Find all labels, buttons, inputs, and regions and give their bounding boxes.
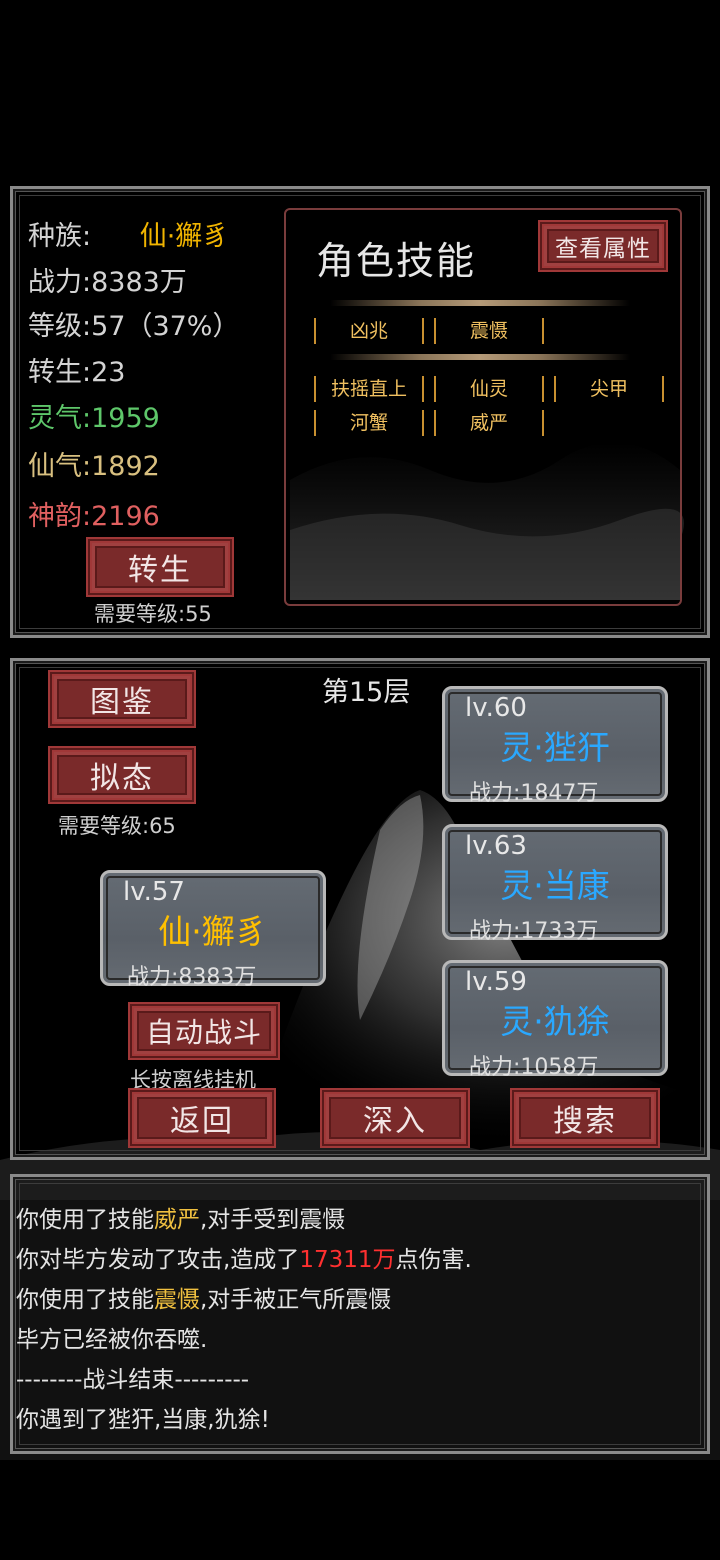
monster-level: lv.63	[465, 831, 527, 861]
back-button[interactable]: 返回	[130, 1090, 274, 1146]
monster-name: 灵·当康	[500, 866, 610, 905]
mimic-button[interactable]: 拟态	[50, 748, 194, 802]
log-text: ,对手被正气所震慑	[200, 1287, 392, 1313]
log-text: ,对手受到震慑	[200, 1207, 346, 1233]
log-text: 你使用了技能	[16, 1287, 154, 1313]
skill-tag[interactable]: 震慑	[434, 318, 544, 344]
skills-divider-mid	[330, 354, 630, 360]
log-line: 你遇到了狴犴,当康,犰狳!	[16, 1407, 270, 1433]
log-line: 你使用了技能震慑,对手被正气所震慑	[16, 1280, 391, 1314]
rebirth-button[interactable]: 转生	[88, 539, 232, 595]
codex-button[interactable]: 图鉴	[50, 672, 194, 726]
log-text: 你对毕方发动了攻击,造成了	[16, 1247, 300, 1273]
monster-name: 灵·犰狳	[500, 1002, 610, 1041]
skills-divider-top	[330, 300, 630, 306]
search-button[interactable]: 搜索	[512, 1090, 658, 1146]
monster-card[interactable]: lv.59 灵·犰狳 战力:1058万	[442, 960, 668, 1080]
monster-card[interactable]: lv.63 灵·当康 战力:1733万	[442, 824, 668, 944]
skill-tag[interactable]: 凶兆	[314, 318, 424, 344]
log-skill-name: 震慑	[154, 1287, 200, 1313]
monster-level: lv.59	[465, 967, 527, 997]
skill-tag[interactable]: 河蟹	[314, 410, 424, 436]
log-damage-value: 17311万	[299, 1247, 396, 1273]
rebirth-requirement: 需要等级:55	[94, 602, 212, 626]
log-text: 点伤害.	[395, 1247, 472, 1273]
view-attributes-button[interactable]: 查看属性	[540, 222, 666, 270]
player-card: lv.57 仙·獬豸 战力:8383万	[100, 870, 326, 990]
log-line: --------战斗结束---------	[16, 1367, 250, 1393]
skill-tag[interactable]: 尖甲	[554, 376, 664, 402]
skill-tag[interactable]: 威严	[434, 410, 544, 436]
auto-battle-button[interactable]: 自动战斗	[130, 1004, 278, 1058]
player-level: lv.57	[123, 877, 185, 907]
player-power: 战力:8383万	[127, 965, 257, 990]
log-line: 毕方已经被你吞噬.	[16, 1327, 208, 1353]
monster-power: 战力:1058万	[469, 1055, 599, 1080]
mimic-requirement: 需要等级:65	[58, 814, 176, 838]
auto-battle-hint: 长按离线挂机	[130, 1068, 256, 1092]
deeper-button[interactable]: 深入	[322, 1090, 468, 1146]
log-line: 你使用了技能威严,对手受到震慑	[16, 1200, 345, 1234]
floor-title: 第15层	[322, 677, 411, 708]
log-line: 你对毕方发动了攻击,造成了17311万点伤害.	[16, 1240, 472, 1274]
skills-title: 角色技能	[316, 239, 477, 283]
skill-tag[interactable]: 扶摇直上	[314, 376, 424, 402]
monster-name: 灵·狴犴	[500, 728, 610, 767]
monster-card[interactable]: lv.60 灵·狴犴 战力:1847万	[442, 686, 668, 806]
log-skill-name: 威严	[154, 1207, 200, 1233]
monster-power: 战力:1847万	[469, 781, 599, 806]
monster-power: 战力:1733万	[469, 919, 599, 944]
skill-tag[interactable]: 仙灵	[434, 376, 544, 402]
log-text: 你使用了技能	[16, 1207, 154, 1233]
monster-level: lv.60	[465, 693, 527, 723]
player-name: 仙·獬豸	[158, 912, 268, 951]
